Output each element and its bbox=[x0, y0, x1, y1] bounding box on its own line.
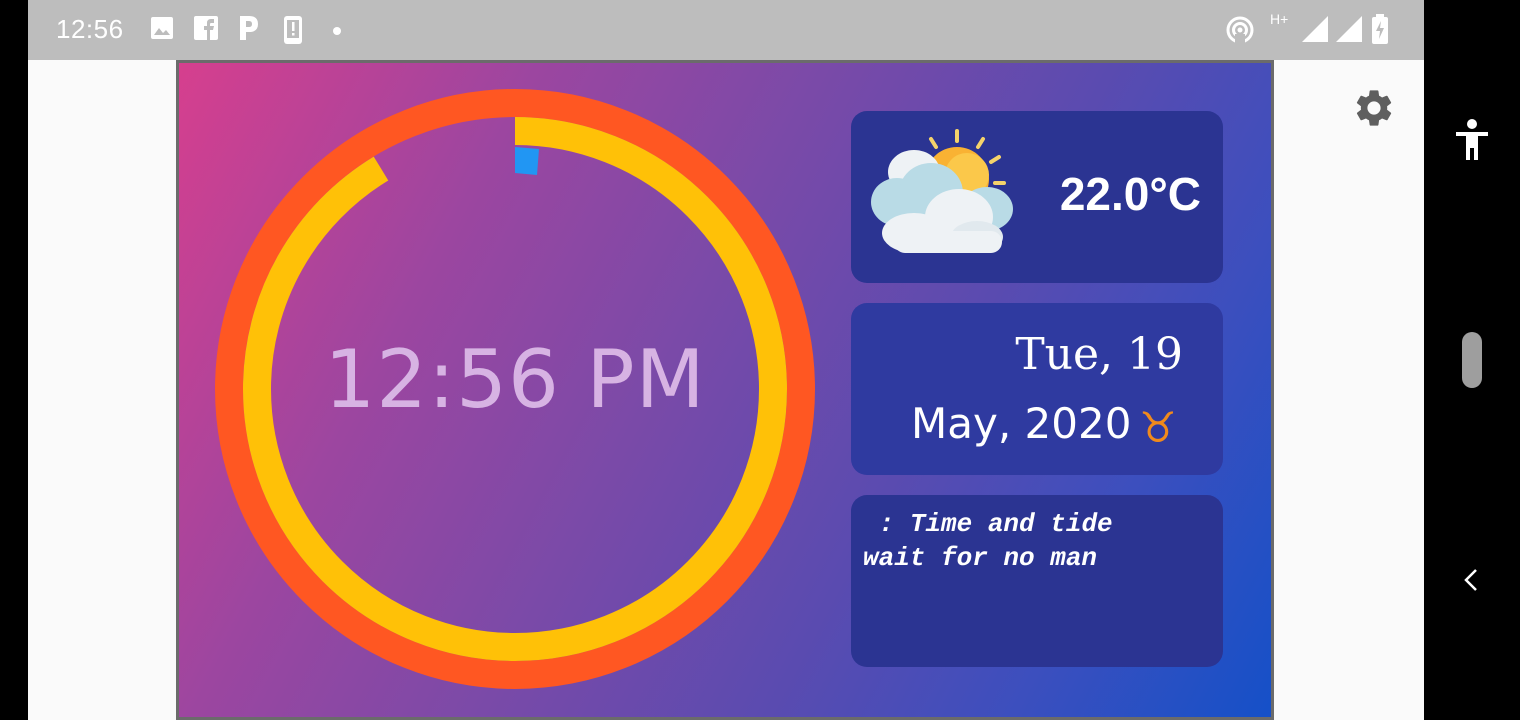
status-time: 12:56 bbox=[56, 14, 124, 44]
quote-card: : Time and tide wait for no man bbox=[851, 495, 1223, 667]
parking-icon bbox=[240, 16, 258, 40]
image-icon bbox=[151, 17, 173, 39]
date-day: Tue, 19 bbox=[1015, 329, 1183, 380]
signal-icon bbox=[1336, 16, 1362, 42]
weather-card[interactable]: 22.0°C bbox=[851, 111, 1223, 283]
partly-cloudy-sun-icon bbox=[871, 129, 1013, 253]
scroll-handle[interactable] bbox=[1462, 332, 1482, 388]
battery-charging-icon bbox=[1372, 14, 1388, 44]
hplus-network-icon: H+ bbox=[1270, 11, 1289, 27]
back-icon[interactable] bbox=[1460, 566, 1484, 594]
temperature: 22.0°C bbox=[1059, 168, 1201, 220]
facebook-icon bbox=[194, 16, 218, 40]
date-card: Tue, 19 May, 2020 ♉ bbox=[851, 303, 1223, 475]
taurus-icon: ♉ bbox=[1139, 403, 1177, 452]
date-month-year: May, 2020 bbox=[911, 399, 1132, 448]
dot-icon bbox=[333, 27, 341, 35]
phone-alert-icon bbox=[284, 16, 302, 44]
signal-icon bbox=[1302, 16, 1328, 42]
clock-time: 12:56 PM bbox=[324, 333, 706, 426]
app-content: 12:56 PM 22.0°C Tue, 19 May, 2020 ♉: Ti… bbox=[28, 60, 1424, 720]
clock-panel: 12:56 PM 22.0°C Tue, 19 May, 2020 ♉: Ti… bbox=[176, 60, 1274, 720]
accessibility-icon[interactable] bbox=[1452, 118, 1492, 162]
quote-text: : Time and tide wait for no man bbox=[863, 509, 1113, 573]
status-bar: 12:56 H+ bbox=[28, 0, 1424, 60]
hotspot-icon bbox=[1226, 16, 1254, 44]
gear-icon[interactable] bbox=[1352, 86, 1396, 130]
